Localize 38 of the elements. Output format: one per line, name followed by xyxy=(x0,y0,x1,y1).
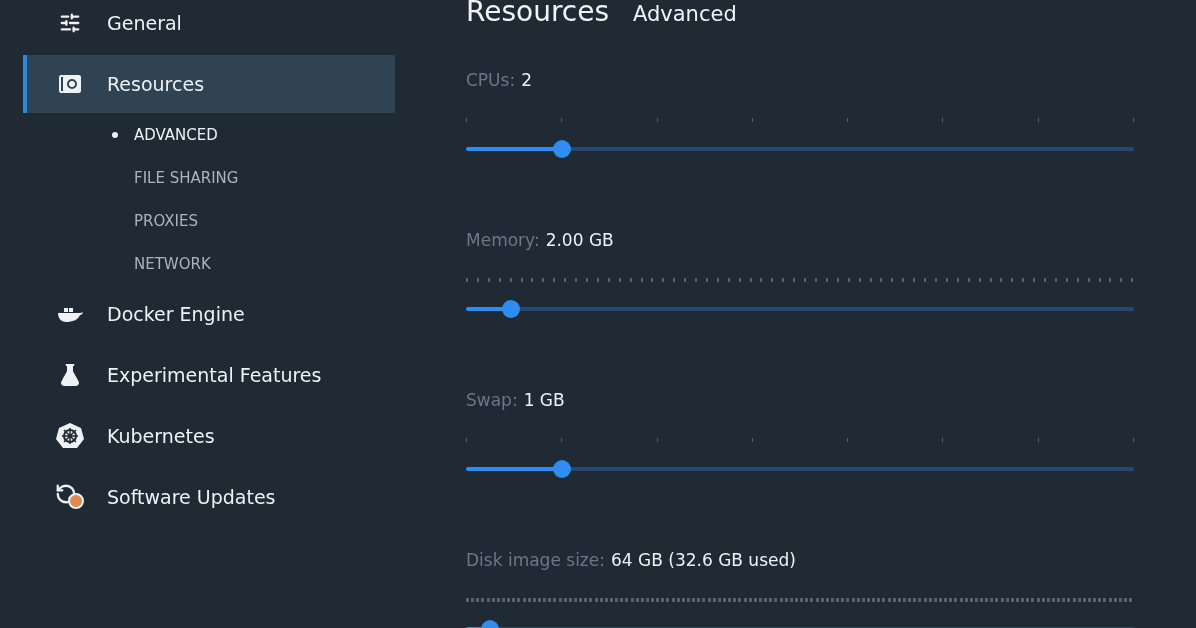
page-title: Resources xyxy=(466,0,609,28)
sidebar-label: Resources xyxy=(107,73,205,95)
submenu-item[interactable]: FILE SHARING xyxy=(23,156,239,199)
submenu-item[interactable]: NETWORK xyxy=(23,242,211,285)
slider-value: 2.00 GB xyxy=(545,230,614,250)
sidebar-label: Software Updates xyxy=(107,486,276,508)
submenu-item[interactable]: PROXIES xyxy=(23,199,198,242)
flask-icon xyxy=(58,363,82,387)
sidebar-item[interactable]: Resources xyxy=(23,55,395,113)
sliders-icon xyxy=(59,12,81,34)
update-badge-icon xyxy=(55,483,85,511)
sidebar-label: Experimental Features xyxy=(107,364,322,386)
slider-thumb[interactable] xyxy=(553,460,572,478)
slider-label: Disk image size: xyxy=(466,550,605,570)
slider-label: Memory: xyxy=(466,230,540,250)
slider-value: 2 xyxy=(521,70,532,90)
sidebar-item[interactable]: Kubernetes xyxy=(23,407,395,465)
sidebar-label: General xyxy=(107,12,182,34)
page-subtitle: Advanced xyxy=(633,1,737,28)
slider-track[interactable] xyxy=(466,300,1134,318)
slider-track[interactable] xyxy=(466,140,1134,158)
sidebar-label: Docker Engine xyxy=(107,303,245,325)
sidebar-item[interactable]: Software Updates xyxy=(23,468,395,526)
slider-thumb[interactable] xyxy=(553,140,572,158)
sidebar-item[interactable]: Docker Engine xyxy=(23,285,395,343)
slider-value: 64 GB (32.6 GB used) xyxy=(610,550,796,570)
slider-thumb[interactable] xyxy=(501,300,520,318)
sidebar-label: Kubernetes xyxy=(107,425,215,447)
bullet-icon xyxy=(112,132,118,138)
sidebar-item[interactable]: Experimental Features xyxy=(23,346,395,404)
camera-icon xyxy=(58,73,82,95)
slider-track[interactable] xyxy=(466,460,1134,478)
slider-label: CPUs: xyxy=(466,70,516,90)
sidebar-item[interactable]: General xyxy=(23,0,395,52)
helm-wheel-icon xyxy=(55,422,85,450)
submenu-item[interactable]: ADVANCED xyxy=(23,113,218,156)
slider-value: 1 GB xyxy=(523,390,565,410)
slider-label: Swap: xyxy=(466,390,518,410)
